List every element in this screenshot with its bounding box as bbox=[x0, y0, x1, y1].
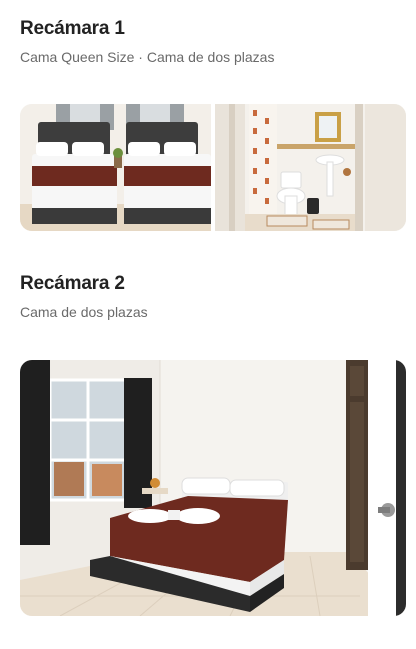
two-beds-image bbox=[20, 104, 211, 231]
room-2-subtitle: Cama de dos plazas bbox=[20, 304, 148, 320]
room-2-header: Recámara 2 Cama de dos plazas bbox=[20, 273, 406, 321]
bathroom-image bbox=[215, 104, 406, 231]
room-2-title: Recámara 2 bbox=[20, 273, 125, 294]
room-1-title: Recámara 1 bbox=[20, 18, 125, 39]
bedroom-image bbox=[20, 360, 406, 616]
room-1-photo-bathroom[interactable] bbox=[215, 104, 406, 231]
room-2-photo-bed[interactable] bbox=[20, 360, 406, 616]
room-1-header: Recámara 1 Cama Queen Size · Cama de dos… bbox=[20, 18, 406, 66]
room-1-photo-beds[interactable] bbox=[20, 104, 211, 231]
room-1-subtitle: Cama Queen Size · Cama de dos plazas bbox=[20, 49, 275, 65]
